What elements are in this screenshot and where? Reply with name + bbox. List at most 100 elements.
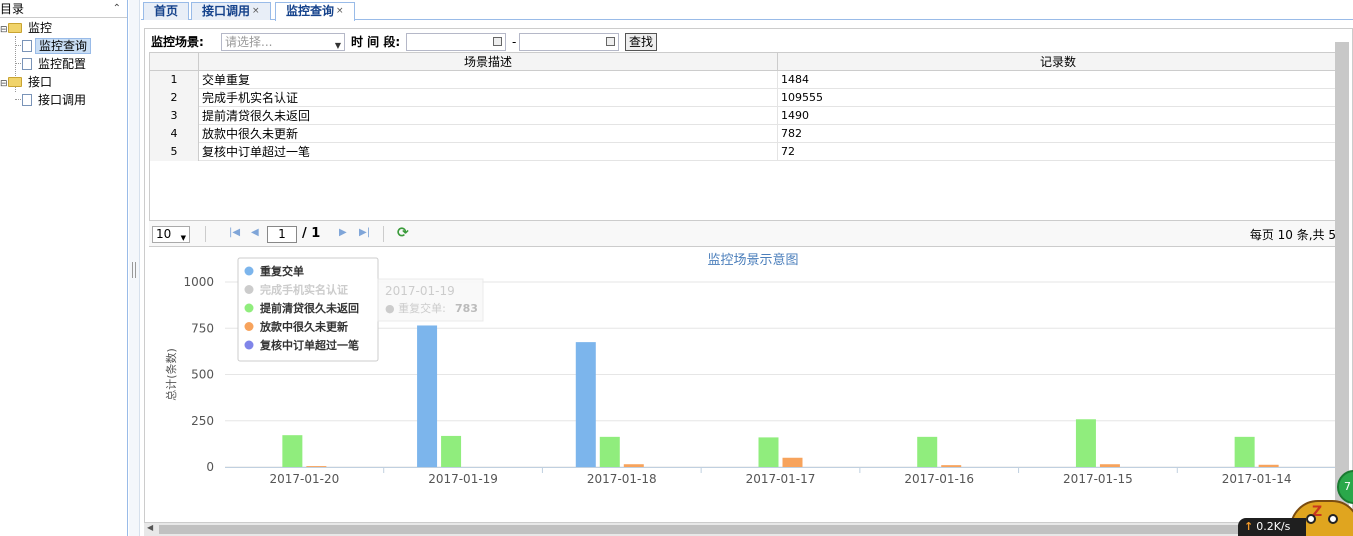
bar-3 bbox=[1258, 464, 1279, 467]
column-header-desc[interactable]: 场景描述 bbox=[199, 53, 778, 71]
page-number-input[interactable]: 1 bbox=[267, 226, 297, 243]
scene-desc: 复核中订单超过一笔 bbox=[199, 143, 778, 161]
document-icon bbox=[22, 40, 32, 52]
table-row[interactable]: 1 交单重复 1484 bbox=[150, 71, 1335, 89]
document-icon bbox=[22, 94, 32, 106]
legend-marker bbox=[244, 340, 254, 350]
start-date-field[interactable] bbox=[406, 33, 506, 51]
tooltip-value: 783 bbox=[455, 302, 478, 315]
row-number: 4 bbox=[150, 125, 199, 143]
first-page-icon[interactable]: |◀ bbox=[229, 227, 240, 238]
tree-node-monitor-query[interactable]: 监控查询 bbox=[22, 37, 92, 55]
close-icon[interactable]: × bbox=[336, 6, 344, 16]
tab-monitor-query[interactable]: 监控查询 × bbox=[275, 2, 355, 21]
vertical-scrollbar[interactable] bbox=[1335, 42, 1349, 516]
prev-page-icon[interactable]: ◀ bbox=[251, 227, 259, 238]
result-grid: 场景描述 记录数 1 交单重复 1484 2 完成手机实名认证 109555 3… bbox=[149, 52, 1336, 247]
next-page-icon[interactable]: ▶ bbox=[339, 227, 347, 238]
dropdown-arrow-icon: ▼ bbox=[180, 234, 186, 242]
scroll-thumb[interactable] bbox=[159, 525, 1309, 534]
table-row[interactable]: 2 完成手机实名认证 109555 bbox=[150, 89, 1335, 107]
tree-node-label: 接口调用 bbox=[38, 93, 87, 107]
legend-item: 放款中很久未更新 bbox=[259, 320, 348, 334]
grid-header: 场景描述 记录数 bbox=[150, 53, 1335, 71]
speed-value: 0.2K/s bbox=[1256, 520, 1291, 533]
sidebar-tree: 目录 ⌃ ⊟ 监控 监控查询 监控配置 ⊟ 接口 接口调用 bbox=[0, 0, 128, 536]
scroll-left-icon[interactable]: ◀ bbox=[147, 523, 153, 532]
tree-node-monitor-config[interactable]: 监控配置 bbox=[22, 55, 89, 73]
scene-label: 监控场景: bbox=[151, 35, 204, 49]
chart-canvas: 监控场景示意图 0 250 500 750 1000 总计(条数) 2017-01-20 201… bbox=[164, 252, 1336, 486]
period-label: 时 间 段: bbox=[351, 35, 401, 49]
tab-home[interactable]: 首页 bbox=[143, 2, 190, 20]
legend-item: 复核中订单超过一笔 bbox=[259, 338, 359, 352]
table-row[interactable]: 4 放款中很久未更新 782 bbox=[150, 125, 1335, 143]
bar-3 bbox=[782, 457, 803, 467]
x-tick-label: 2017-01-15 bbox=[1063, 472, 1133, 486]
calendar-icon[interactable] bbox=[493, 37, 502, 46]
table-row[interactable]: 5 复核中订单超过一笔 72 bbox=[150, 143, 1335, 161]
bar-2 bbox=[917, 436, 938, 467]
y-tick-label: 750 bbox=[191, 321, 214, 335]
tree-node-interface-call[interactable]: 接口调用 bbox=[22, 91, 89, 109]
scene-desc: 交单重复 bbox=[199, 71, 778, 89]
record-count: 72 bbox=[781, 145, 795, 158]
bar-3 bbox=[941, 465, 962, 467]
panel-splitter[interactable] bbox=[129, 0, 140, 536]
collapse-up-icon[interactable]: ⌃ bbox=[113, 0, 121, 18]
last-page-icon[interactable]: ▶| bbox=[359, 227, 370, 238]
legend-item: 完成手机实名认证 bbox=[260, 283, 348, 297]
folder-icon bbox=[8, 77, 22, 87]
row-number-header bbox=[150, 53, 199, 71]
date-separator: - bbox=[512, 35, 517, 49]
table-row[interactable]: 3 提前清贷很久未返回 1490 bbox=[150, 107, 1335, 125]
record-count: 1490 bbox=[781, 109, 809, 122]
row-number: 1 bbox=[150, 71, 199, 89]
main-panel: 监控场景: 请选择... ▼ 时 间 段: - 查找 场景描述 记录数 1 交单… bbox=[144, 28, 1353, 536]
tab-interface-call[interactable]: 接口调用 × bbox=[191, 2, 271, 20]
scene-select[interactable]: 请选择... ▼ bbox=[221, 33, 345, 51]
end-date-field[interactable] bbox=[519, 33, 619, 51]
chart-title: 监控场景示意图 bbox=[707, 252, 798, 268]
splitter-grip-icon[interactable] bbox=[132, 262, 136, 278]
tree-node-label: 接口 bbox=[28, 75, 53, 89]
y-tick-label: 0 bbox=[206, 460, 214, 474]
record-count: 1484 bbox=[781, 73, 809, 86]
row-number: 5 bbox=[150, 143, 199, 161]
refresh-icon[interactable]: ⟳ bbox=[397, 225, 409, 241]
scene-placeholder: 请选择... bbox=[225, 35, 273, 49]
search-form: 监控场景: 请选择... ▼ 时 间 段: - 查找 bbox=[149, 32, 1329, 52]
horizontal-scrollbar[interactable]: ◀ bbox=[144, 522, 1339, 536]
bar-2 bbox=[599, 436, 620, 467]
tooltip-header: 2017-01-19 bbox=[385, 284, 455, 298]
bar-0 bbox=[575, 342, 596, 467]
expand-icon[interactable]: ⊟ bbox=[0, 75, 8, 93]
app-window: 目录 ⌃ ⊟监控 监控查询 监控配置 ⊟ 接口 接口调用 首页 接口调用× bbox=[0, 0, 1353, 536]
close-icon[interactable]: × bbox=[252, 6, 260, 16]
scene-desc: 提前清贷很久未返回 bbox=[199, 107, 778, 125]
expand-icon[interactable]: ⊟ bbox=[0, 21, 8, 39]
sidebar-title: 目录 bbox=[0, 2, 25, 16]
find-button[interactable]: 查找 bbox=[625, 33, 658, 51]
tooltip-series: ● 重复交单: bbox=[385, 301, 446, 315]
column-header-count[interactable]: 记录数 bbox=[778, 53, 1335, 71]
monitor-chart: 监控场景示意图 0 250 500 750 1000 总计(条数) 2017-01-20 201… bbox=[145, 247, 1336, 517]
page-size-select[interactable]: 10 ▼ bbox=[152, 226, 190, 243]
tree-node-monitor[interactable]: ⊟ 监控 bbox=[0, 19, 55, 37]
y-tick-label: 1000 bbox=[183, 275, 214, 289]
legend-marker bbox=[244, 285, 254, 294]
bar-2 bbox=[441, 435, 462, 467]
folder-icon bbox=[8, 23, 22, 33]
tree-node-interface[interactable]: ⊟ 接口 bbox=[0, 73, 55, 91]
legend-item: 提前清贷很久未返回 bbox=[260, 301, 359, 315]
bar-2 bbox=[1234, 436, 1255, 467]
calendar-icon[interactable] bbox=[606, 37, 615, 46]
bar-2 bbox=[282, 435, 303, 467]
legend-marker bbox=[244, 266, 254, 276]
row-number: 3 bbox=[150, 107, 199, 125]
record-count: 782 bbox=[781, 127, 802, 140]
pager-separator bbox=[205, 226, 206, 242]
tab-label: 首页 bbox=[154, 4, 179, 18]
total-pages: / 1 bbox=[302, 226, 321, 241]
pager-separator bbox=[383, 226, 384, 242]
